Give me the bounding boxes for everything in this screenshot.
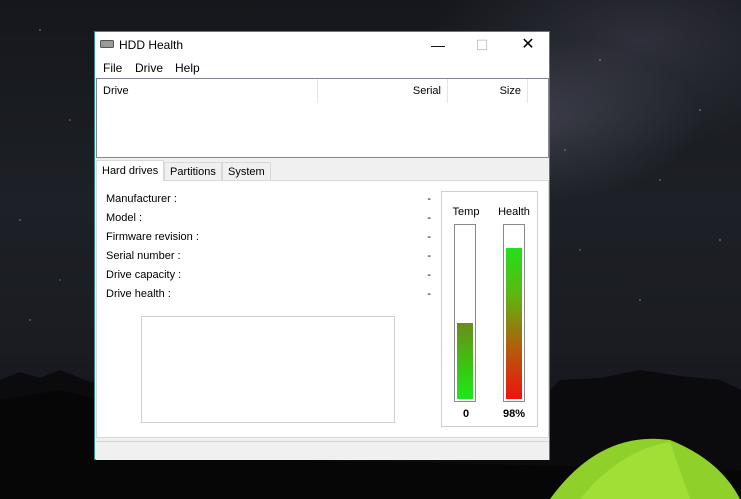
info-value: - [427,231,431,243]
info-label: Model : [106,212,143,224]
temp-gauge [454,224,476,402]
info-row-capacity: Drive capacity : - [106,269,431,285]
menu-file[interactable]: File [103,61,122,75]
info-label: Serial number : [106,250,181,262]
info-label: Drive capacity : [106,269,182,281]
info-value: - [427,212,431,224]
minimize-button[interactable]: — [415,32,461,58]
menu-drive[interactable]: Drive [135,61,163,75]
info-row-model: Model : - [106,212,431,228]
tab-strip: Hard drives Partitions System [96,160,549,181]
info-value: - [427,288,431,300]
health-gauge-label: Health [498,206,530,218]
column-header-drive[interactable]: Drive [97,79,318,103]
info-row-firmware: Firmware revision : - [106,231,431,247]
close-button[interactable]: ✕ [505,32,551,58]
temp-value: 0 [462,408,470,420]
info-label: Drive health : [106,288,171,300]
menu-help[interactable]: Help [175,61,200,75]
hard-drive-icon [100,40,114,48]
tab-partitions[interactable]: Partitions [164,162,222,180]
drive-list[interactable]: Drive Serial Size [96,78,549,158]
info-value: - [427,269,431,281]
tab-system[interactable]: System [222,162,271,180]
health-gauge-fill [506,248,522,399]
health-gauge [503,224,525,402]
maximize-button[interactable]: ☐ [459,32,505,58]
column-header-size[interactable]: Size [448,79,528,103]
health-value: 98% [502,408,526,420]
hard-drives-panel: Manufacturer : - Model : - Firmware revi… [96,180,549,438]
title-bar[interactable]: HDD Health — ☐ ✕ [95,32,549,58]
wallpaper-tent [550,438,740,499]
info-row-serial: Serial number : - [106,250,431,266]
temp-gauge-label: Temp [452,206,480,218]
info-value: - [427,193,431,205]
gauge-panel: Temp 0 Health 98% [441,191,538,427]
info-value: - [427,250,431,262]
window-title: HDD Health [119,38,184,52]
info-label: Firmware revision : [106,231,199,243]
temp-gauge-fill [457,323,473,399]
drive-preview-box [141,316,395,423]
status-bar [96,441,549,460]
menu-bar: File Drive Help [95,58,549,78]
info-row-manufacturer: Manufacturer : - [106,193,431,209]
info-row-health: Drive health : - [106,288,431,304]
hdd-health-window: HDD Health — ☐ ✕ File Drive Help Drive S… [94,31,550,460]
info-label: Manufacturer : [106,193,177,205]
column-header-serial[interactable]: Serial [318,79,448,103]
tab-hard-drives[interactable]: Hard drives [96,160,165,181]
